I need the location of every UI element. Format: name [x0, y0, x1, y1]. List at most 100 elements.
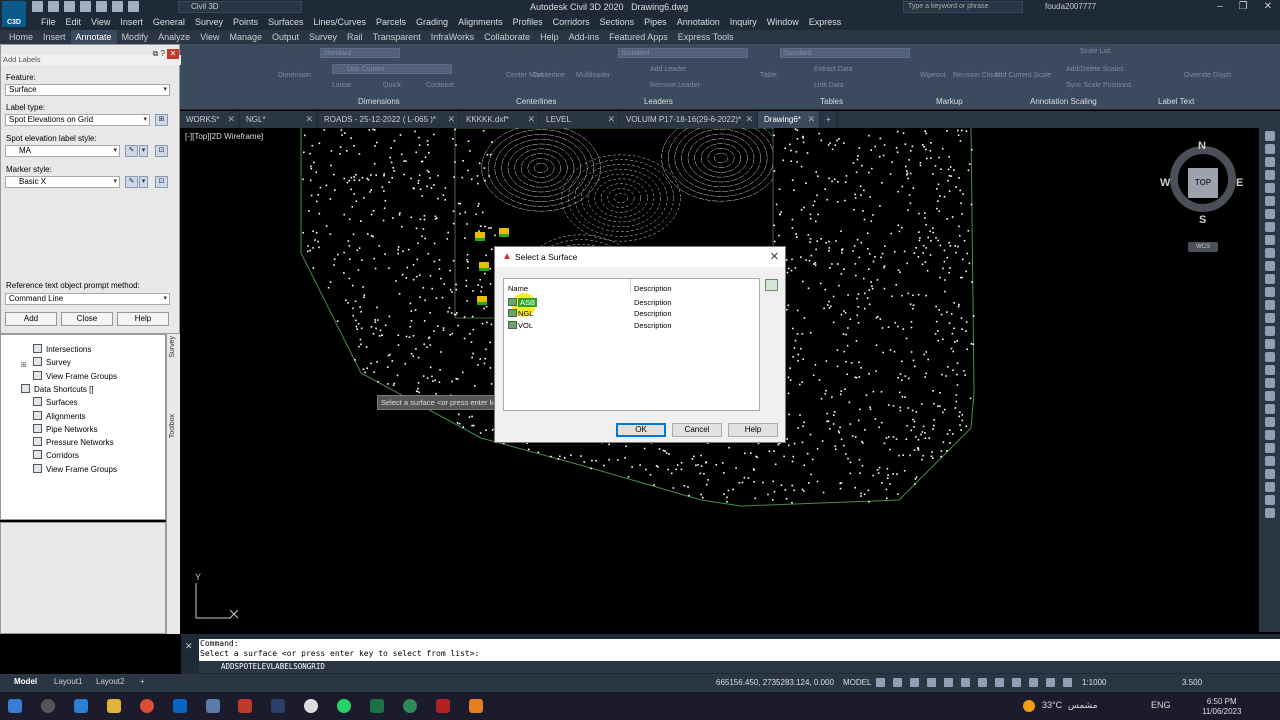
user-account[interactable]: fouda2007777 — [1045, 2, 1096, 11]
panel-leaders[interactable]: Leaders — [644, 97, 673, 106]
weather-temp[interactable]: 33°C — [1042, 700, 1062, 710]
close-icon[interactable]: ✕ — [1264, 1, 1272, 12]
table-style-dropdown[interactable]: Standard — [780, 48, 910, 58]
command-close-icon[interactable]: ✕ — [185, 641, 193, 652]
menu-item[interactable]: Express — [804, 15, 847, 30]
autocad-icon[interactable] — [238, 699, 252, 713]
layout-tab[interactable]: Layout1 — [54, 677, 82, 686]
ribbon-tab[interactable]: Express Tools — [673, 30, 739, 44]
multileader-tool[interactable]: Multileader — [576, 72, 610, 79]
open-icon[interactable] — [48, 1, 59, 12]
edit-marker-icon[interactable]: ✎ — [125, 176, 138, 188]
tree-item[interactable]: Pressure Networks — [33, 437, 114, 447]
sync-scale-positions-tool[interactable]: Sync Scale Positions — [1066, 82, 1131, 89]
panel-markup[interactable]: Markup — [936, 97, 963, 106]
tool-icon[interactable] — [1264, 209, 1275, 219]
add-delete-scales-tool[interactable]: Add/Delete Scales — [1066, 66, 1124, 73]
tool-icon[interactable] — [1264, 443, 1275, 453]
outlook-icon[interactable] — [173, 699, 187, 713]
tab-close-icon[interactable]: ✕ — [807, 111, 815, 128]
viewport-controls[interactable]: [-][Top][2D Wireframe] — [185, 132, 263, 141]
scale-list-tool[interactable]: Scale List — [1080, 48, 1110, 55]
tree-item[interactable]: Pipe Networks — [33, 423, 98, 434]
redo-icon[interactable] — [128, 1, 139, 12]
panel-label-text[interactable]: Label Text — [1158, 97, 1194, 106]
dialog-close-icon[interactable]: ✕ — [770, 250, 779, 263]
panel-annotation-scaling[interactable]: Annotation Scaling — [1030, 97, 1097, 106]
tool-icon[interactable] — [1264, 300, 1275, 310]
override-glyph-tool[interactable]: Override Glyph — [1184, 72, 1231, 79]
add-layout-icon[interactable]: + — [140, 677, 145, 686]
tree-item[interactable]: View Frame Groups — [33, 463, 117, 474]
feature-select[interactable]: Surface ▾ — [5, 84, 170, 96]
help-button[interactable]: Help — [117, 312, 169, 326]
pick-from-drawing-icon[interactable] — [765, 279, 778, 291]
link-data-tool[interactable]: Link Data — [814, 82, 844, 89]
viewcube-top-face[interactable]: TOP — [1188, 168, 1218, 198]
menu-item[interactable]: Alignments — [453, 15, 508, 30]
snap-icon[interactable] — [893, 678, 902, 687]
menu-item[interactable]: Points — [228, 15, 263, 30]
file-explorer-icon[interactable] — [107, 699, 121, 713]
ribbon-tab[interactable]: Modify — [117, 30, 154, 44]
annotation-scale[interactable]: 1:1000 — [1082, 678, 1106, 687]
ribbon-tab[interactable]: Help — [535, 30, 564, 44]
add-button[interactable]: Add — [5, 312, 57, 326]
compass-south[interactable]: S — [1199, 214, 1206, 226]
remove-leader-tool[interactable]: Remove Leader — [650, 82, 700, 89]
document-tab[interactable]: KKKKK.dxf* ✕ — [460, 111, 540, 128]
mleader-style-dropdown[interactable]: Standard — [618, 48, 748, 58]
expand-icon[interactable]: ⊞ — [21, 361, 27, 369]
document-tab[interactable]: WORKS* ✕ — [180, 111, 240, 128]
ribbon-tab[interactable]: Home — [4, 30, 38, 44]
tool-icon[interactable] — [1264, 170, 1275, 180]
system-clock[interactable]: 6:50 PM 11/06/2023 — [1202, 697, 1241, 717]
tree-item[interactable]: Survey — [33, 357, 71, 367]
tool-icon[interactable] — [1264, 183, 1275, 193]
selection-cycling-icon[interactable] — [1012, 678, 1021, 687]
cancel-button[interactable]: Cancel — [672, 423, 722, 437]
spot-style-select[interactable]: MA ▾ — [5, 145, 120, 157]
tool-icon[interactable] — [1264, 157, 1275, 167]
ribbon-tab[interactable]: View — [195, 30, 224, 44]
ribbon-tab[interactable]: Rail — [342, 30, 368, 44]
ribbon-tab[interactable]: Transparent — [368, 30, 426, 44]
tab-close-icon[interactable]: ✕ — [227, 111, 235, 128]
panel-centerlines[interactable]: Centerlines — [516, 97, 556, 106]
label-type-select[interactable]: Spot Elevations on Grid ▾ — [5, 114, 150, 126]
search-icon[interactable] — [41, 699, 55, 713]
column-header-name[interactable]: Name — [508, 284, 528, 293]
tool-icon[interactable] — [1264, 196, 1275, 206]
pick-style-icon[interactable]: ⊡ — [155, 145, 168, 157]
tree-item[interactable]: Data Shortcuts [] — [21, 383, 94, 394]
menu-item[interactable]: Edit — [61, 15, 87, 30]
model-space-toggle[interactable]: MODEL — [843, 678, 871, 687]
linear-tool[interactable]: Linear — [332, 82, 351, 89]
compass-north[interactable]: N — [1198, 140, 1206, 152]
marker-style-select[interactable]: Basic X ▾ — [5, 176, 120, 188]
dim-layer-dropdown[interactable]: Use Current — [332, 64, 452, 74]
tool-icon[interactable] — [1264, 352, 1275, 362]
tab-close-icon[interactable]: ✕ — [527, 111, 535, 128]
tool-icon[interactable] — [1264, 430, 1275, 440]
ribbon-tab[interactable]: Output — [267, 30, 304, 44]
tab-close-icon[interactable]: ✕ — [447, 111, 455, 128]
tool-icon[interactable] — [1264, 261, 1275, 271]
transparency-icon[interactable] — [995, 678, 1004, 687]
menu-item[interactable]: Lines/Curves — [309, 15, 372, 30]
viewcube[interactable]: TOP N S E W WCS — [1160, 140, 1244, 252]
ribbon-tab[interactable]: Insert — [38, 30, 71, 44]
style-menu-icon[interactable]: ▾ — [139, 145, 148, 157]
tool-icon[interactable] — [1264, 365, 1275, 375]
ribbon-tab[interactable]: Collaborate — [479, 30, 535, 44]
tool-icon[interactable] — [1264, 469, 1275, 479]
palette-close-icon[interactable]: ✕ — [167, 49, 179, 59]
new-tab-icon[interactable]: + — [820, 111, 838, 128]
edit-style-icon[interactable]: ✎ — [125, 145, 138, 157]
ribbon-tab[interactable]: Analyze — [153, 30, 195, 44]
quick-tool[interactable]: Quick — [383, 82, 401, 89]
vlc-icon[interactable] — [469, 699, 483, 713]
save-icon[interactable] — [64, 1, 75, 12]
tool-icon[interactable] — [1264, 495, 1275, 505]
side-tab[interactable]: Toolbox — [169, 414, 176, 438]
